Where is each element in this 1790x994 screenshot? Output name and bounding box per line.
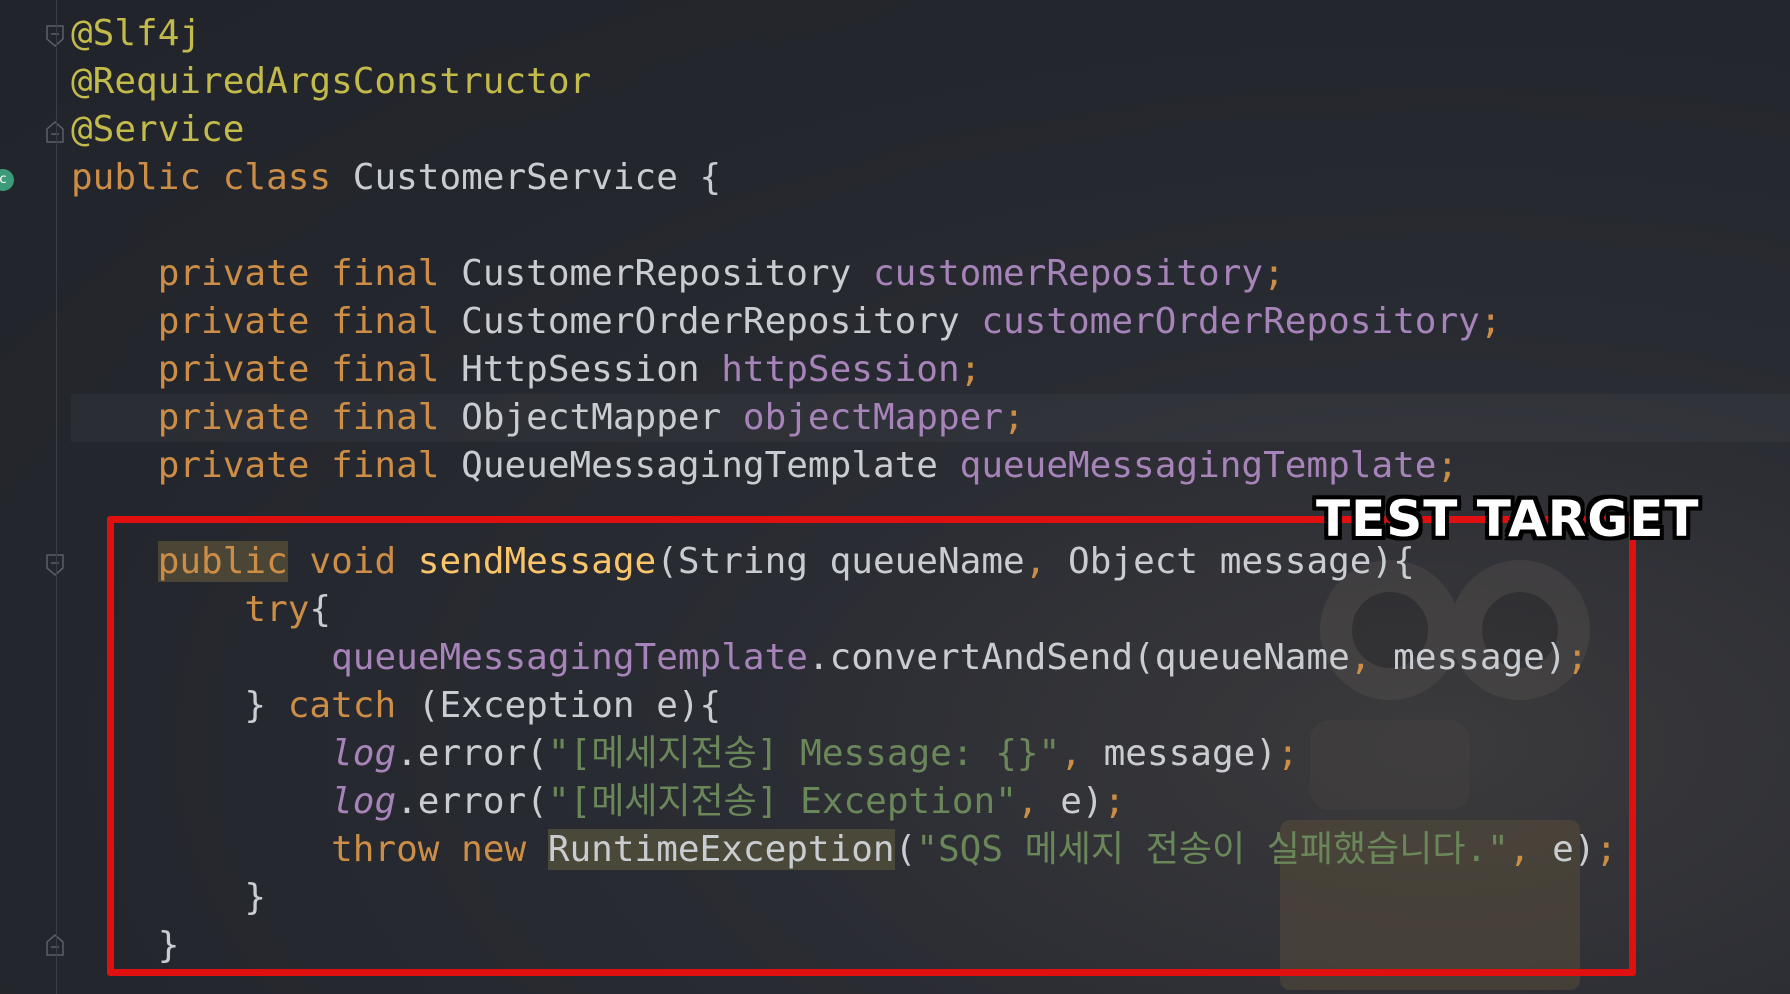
code-token: @RequiredArgsConstructor: [71, 61, 592, 102]
code-token: private final: [71, 301, 462, 342]
code-token: private final: [71, 445, 462, 486]
code-token: @Slf4j: [71, 13, 202, 54]
code-token: ObjectMapper: [461, 397, 743, 438]
code-token: QueueMessagingTemplate: [461, 445, 960, 486]
code-line[interactable]: private final CustomerOrderRepository cu…: [71, 298, 1790, 346]
code-line[interactable]: [71, 202, 1790, 250]
code-token: ;: [959, 349, 982, 390]
code-line[interactable]: @RequiredArgsConstructor: [71, 58, 1790, 106]
code-token: private final: [71, 253, 462, 294]
code-token: CustomerOrderRepository: [461, 301, 982, 342]
fold-marker-icon[interactable]: [46, 25, 64, 47]
code-line[interactable]: @Slf4j: [71, 10, 1790, 58]
code-token: customerRepository: [872, 253, 1264, 294]
fold-end-marker-icon[interactable]: [46, 121, 64, 143]
code-line[interactable]: private final HttpSession httpSession;: [71, 346, 1790, 394]
code-token: CustomerRepository: [461, 253, 873, 294]
code-line[interactable]: public class CustomerService {: [71, 154, 1790, 202]
editor-gutter: c: [0, 0, 64, 994]
code-token: ;: [1436, 445, 1459, 486]
code-token: customerOrderRepository: [981, 301, 1480, 342]
code-line[interactable]: private final CustomerRepository custome…: [71, 250, 1790, 298]
code-token: CustomerService {: [352, 157, 722, 198]
code-token: httpSession: [721, 349, 960, 390]
code-token: ;: [1479, 301, 1502, 342]
test-target-label: TEST TARGET: [1316, 490, 1700, 548]
code-token: ;: [1003, 397, 1025, 438]
code-token: @Service: [71, 109, 245, 150]
code-token: HttpSession: [461, 349, 722, 390]
code-line[interactable]: @Service: [71, 106, 1790, 154]
code-line[interactable]: private final QueueMessagingTemplate que…: [71, 442, 1790, 490]
gutter-divider: [56, 0, 57, 994]
method-fold-end-marker-icon[interactable]: [46, 934, 64, 956]
test-target-highlight-box: [107, 516, 1636, 976]
code-token: private final: [71, 349, 462, 390]
code-token: queueMessagingTemplate: [959, 445, 1437, 486]
code-token: private final: [71, 397, 462, 438]
method-fold-marker-icon[interactable]: [46, 554, 64, 576]
code-token: objectMapper: [742, 397, 1003, 438]
code-token: ;: [1263, 253, 1285, 294]
code-token: public class: [71, 157, 353, 198]
code-line[interactable]: private final ObjectMapper objectMapper;: [71, 394, 1790, 442]
class-run-icon[interactable]: c: [0, 169, 14, 191]
